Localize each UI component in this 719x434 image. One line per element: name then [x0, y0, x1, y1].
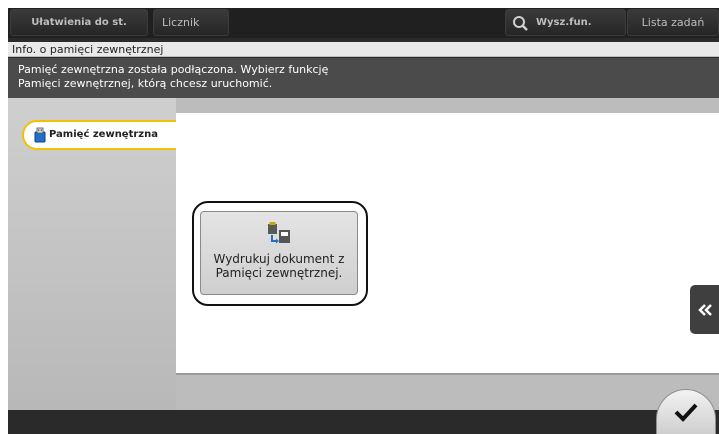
tab-function-search[interactable]: Wysz.fun. [505, 9, 626, 36]
collapse-panel-button[interactable] [690, 285, 719, 334]
print-from-usb-icon [268, 222, 290, 244]
panel-divider [176, 373, 719, 375]
tab-jobs-label: Lista zadań [641, 16, 705, 29]
sidebar-item-external-memory[interactable]: Pamięć zewnętrzna [22, 120, 178, 150]
sidebar-item-label: Pamięć zewnętrzna [49, 129, 158, 140]
tab-accessibility-settings[interactable]: Ułatwienia do st. [10, 9, 148, 36]
print-from-memory-label: Wydrukuj dokument z Pamięci zewnętrznej. [213, 252, 345, 280]
checkmark-icon [674, 403, 698, 422]
print-from-memory-button[interactable]: Wydrukuj dokument z Pamięci zewnętrznej. [200, 211, 358, 295]
screen-title: Info. o pamięci zewnętrznej [8, 42, 719, 57]
tab-counter-label: Licznik [162, 16, 200, 29]
search-icon [512, 15, 530, 31]
bottom-bar [8, 410, 719, 434]
tab-search-label: Wysz.fun. [536, 17, 592, 28]
message-line-1: Pamięć zewnętrzna została podłączona. Wy… [18, 63, 329, 76]
tab-job-list[interactable]: Lista zadań [627, 9, 719, 36]
message-line-2: Pamięci zewnętrznej, którą chcesz urucho… [18, 77, 273, 90]
message-area: Pamięć zewnętrzna została podłączona. Wy… [8, 58, 719, 98]
tab-accessibility-label: Ułatwienia do st. [31, 16, 127, 28]
double-chevron-left-icon [697, 303, 712, 316]
tab-counter[interactable]: Licznik [153, 9, 229, 36]
usb-icon [34, 127, 46, 143]
